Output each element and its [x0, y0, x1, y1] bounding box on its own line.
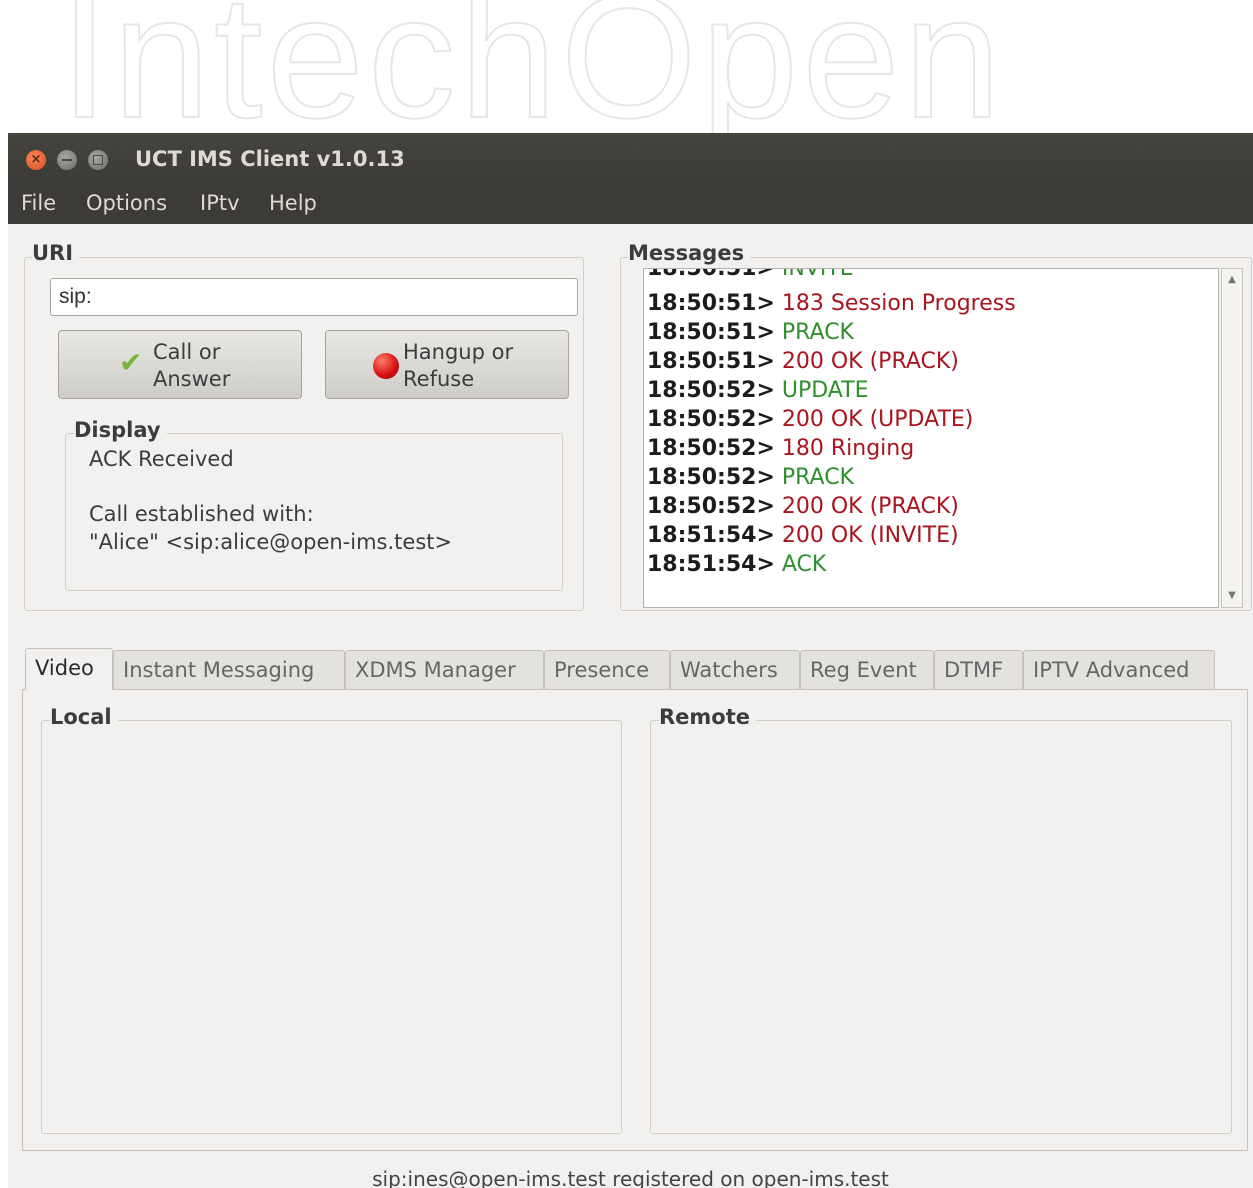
message-row: 18:50:52> 180 Ringing	[647, 436, 915, 461]
tab-xdms-manager[interactable]: XDMS Manager	[345, 650, 544, 690]
red-circle-icon	[373, 353, 399, 379]
messages-group-label: Messages	[628, 241, 751, 265]
tab-instant-messaging[interactable]: Instant Messaging	[113, 650, 345, 690]
messages-scrollbar[interactable]: ▲ ▼	[1221, 268, 1243, 608]
menu-iptv[interactable]: IPtv	[200, 191, 240, 215]
menu-bar: File Options IPtv Help	[8, 185, 1253, 224]
message-row: 18:50:51> PRACK	[647, 320, 854, 345]
tab-watchers[interactable]: Watchers	[670, 650, 800, 690]
menu-file[interactable]: File	[21, 191, 56, 215]
message-row: 18:51:54> ACK	[647, 552, 827, 577]
message-row: 18:50:51> 200 OK (PRACK)	[647, 349, 959, 374]
scroll-down-icon[interactable]: ▼	[1226, 590, 1238, 602]
menu-options[interactable]: Options	[86, 191, 167, 215]
intechopen-watermark: IntechOpen	[59, 0, 1005, 155]
remote-video-label: Remote	[659, 705, 757, 729]
display-line-1: ACK Received	[89, 447, 234, 471]
message-row: 18:50:52> UPDATE	[647, 378, 869, 403]
display-group-label: Display	[74, 418, 167, 442]
hangup-refuse-button[interactable]: Hangup or Refuse	[325, 330, 569, 399]
maximize-window-icon[interactable]	[88, 150, 108, 170]
scroll-up-icon[interactable]: ▲	[1226, 274, 1238, 286]
uri-group-label: URI	[32, 241, 80, 265]
call-answer-label: Call or Answer	[153, 340, 231, 391]
message-row: 18:50:51> INVITE	[647, 268, 854, 281]
uri-input[interactable]	[50, 278, 578, 316]
title-bar: × UCT IMS Client v1.0.13	[8, 133, 1253, 185]
messages-log[interactable]: 18:50:51> INVITE 18:50:51> 183 Session P…	[643, 268, 1219, 608]
tab-iptv-advanced[interactable]: IPTV Advanced	[1023, 650, 1215, 690]
close-window-icon[interactable]: ×	[26, 150, 46, 170]
message-row: 18:50:52> PRACK	[647, 465, 854, 490]
tab-video[interactable]: Video	[25, 648, 113, 690]
menu-help[interactable]: Help	[269, 191, 317, 215]
status-bar: sip:ines@open-ims.test registered on ope…	[372, 1167, 889, 1188]
hangup-refuse-label: Hangup or Refuse	[403, 340, 514, 391]
app-window: × UCT IMS Client v1.0.13 File Options IP…	[8, 133, 1253, 1188]
local-video-label: Local	[50, 705, 118, 729]
tab-presence[interactable]: Presence	[544, 650, 670, 690]
display-line-2: Call established with:	[89, 502, 314, 526]
minimize-window-icon[interactable]	[57, 150, 77, 170]
tab-dtmf[interactable]: DTMF	[934, 650, 1023, 690]
call-answer-button[interactable]: ✔ Call or Answer	[58, 330, 302, 399]
message-row: 18:50:52> 200 OK (UPDATE)	[647, 407, 974, 432]
message-row: 18:50:51> 183 Session Progress	[647, 291, 1016, 316]
tab-reg-event[interactable]: Reg Event	[800, 650, 934, 690]
message-row: 18:50:52> 200 OK (PRACK)	[647, 494, 959, 519]
message-row: 18:51:54> 200 OK (INVITE)	[647, 523, 959, 548]
local-video-group	[41, 720, 622, 1134]
window-title: UCT IMS Client v1.0.13	[135, 147, 405, 171]
remote-video-group	[650, 720, 1232, 1134]
check-icon: ✔	[119, 346, 143, 379]
display-line-3: "Alice" <sip:alice@open-ims.test>	[89, 530, 453, 554]
